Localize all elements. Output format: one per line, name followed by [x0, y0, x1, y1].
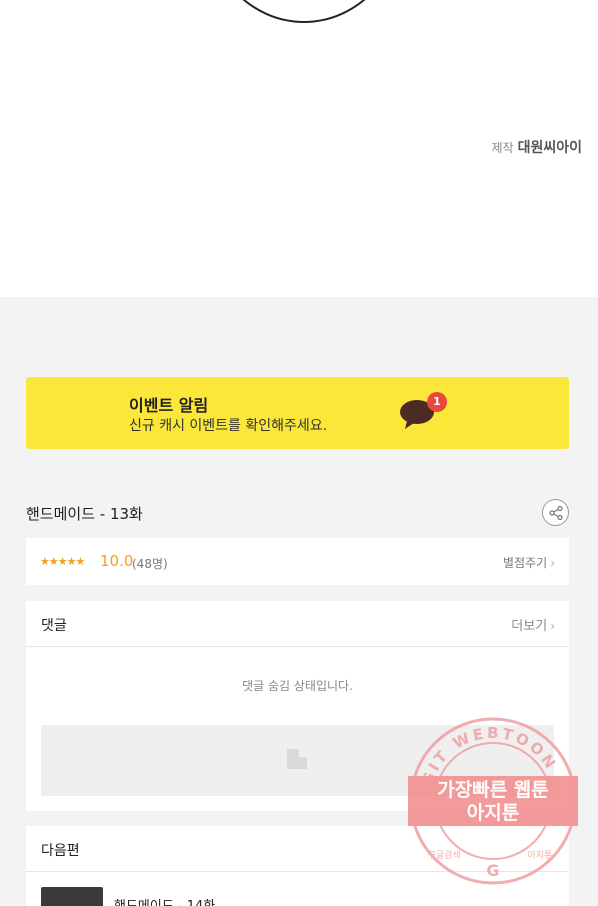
rate-button[interactable]: 별점주기 ›: [503, 554, 555, 571]
event-subtitle: 신규 캐시 이벤트를 확인해주세요.: [129, 418, 328, 434]
chevron-right-icon: ›: [550, 556, 555, 570]
agit-webtoon-watermark: AGIT WEBTOON 가장빠른 웹툰 아지툰 구글검색 아지툰 G: [408, 717, 578, 885]
comment-header: 댓글 더보기 ›: [26, 601, 569, 647]
comment-more-button[interactable]: 더보기 ›: [511, 615, 555, 634]
credit-studio: 대원씨아이: [517, 140, 582, 156]
comic-art-circle: [204, 0, 404, 23]
watermark-left-text: 구글검색: [427, 849, 460, 861]
rating-card: ★★★★★ 10.0 (48명) 별점주기 ›: [26, 538, 569, 585]
rating-score: 10.0: [100, 552, 134, 570]
rating-count: (48명): [132, 557, 168, 571]
comment-hidden-message: 댓글 숨김 상태입니다.: [242, 679, 353, 693]
rate-label: 별점주기: [503, 556, 548, 570]
event-title: 이벤트 알림: [129, 396, 209, 415]
comment-title: 댓글: [41, 618, 67, 634]
credit-prefix: 제작: [491, 141, 514, 155]
watermark-right-text: 아지툰: [528, 850, 553, 861]
watermark-line2: 아지툰: [467, 802, 519, 824]
event-banner[interactable]: 이벤트 알림 신규 캐시 이벤트를 확인해주세요. 1: [26, 377, 569, 449]
production-credit: 제작 대원씨아이: [492, 137, 583, 157]
notification-badge: 1: [427, 392, 447, 412]
google-g-icon: G: [486, 861, 499, 880]
next-episode-link[interactable]: 핸드메이드 - 14화: [114, 895, 215, 906]
share-icon: [549, 506, 563, 520]
watermark-line1: 가장빠른 웹툰: [437, 779, 549, 801]
next-title: 다음편: [41, 843, 80, 859]
rating-stars: ★★★★★: [40, 555, 85, 568]
share-button[interactable]: [542, 499, 569, 526]
placeholder-image-icon: [287, 749, 307, 769]
more-label: 더보기: [511, 619, 548, 634]
chevron-right-icon: ›: [550, 619, 555, 633]
episode-title: 핸드메이드 - 13화: [26, 505, 143, 523]
webtoon-panel-end: 제작 대원씨아이: [0, 0, 598, 297]
next-episode-thumbnail[interactable]: [41, 887, 103, 906]
